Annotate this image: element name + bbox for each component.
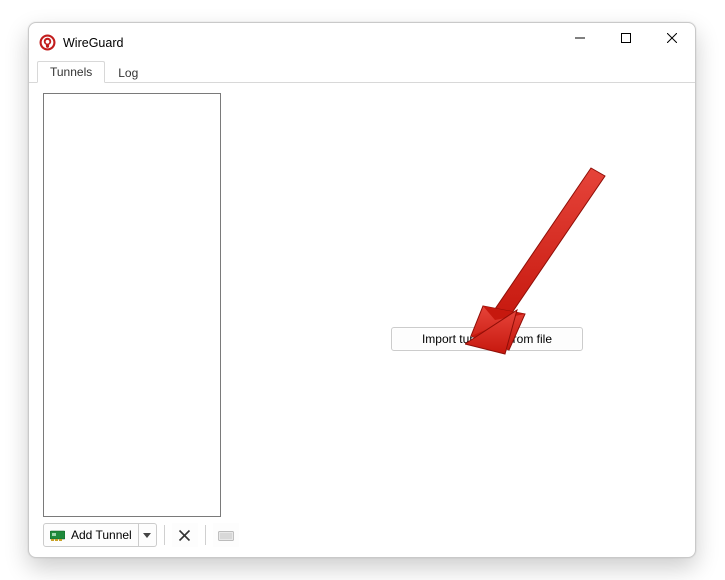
toolbar-separator	[164, 525, 165, 545]
add-tunnel-dropdown[interactable]	[139, 523, 157, 547]
import-tunnels-label: Import tunnel(s) from file	[422, 332, 552, 346]
add-tunnel-button[interactable]: Add Tunnel	[43, 523, 139, 547]
wireguard-icon	[39, 34, 56, 51]
minimize-button[interactable]	[557, 23, 603, 53]
client-area: Add Tunnel	[29, 83, 695, 557]
app-window: WireGuard Tunnels Log	[28, 22, 696, 558]
tab-bar: Tunnels Log	[29, 61, 695, 83]
export-tunnel-button[interactable]	[213, 523, 239, 547]
tunnel-list[interactable]	[43, 93, 221, 517]
add-tunnel-label: Add Tunnel	[71, 528, 132, 542]
close-button[interactable]	[649, 23, 695, 53]
network-card-icon	[50, 530, 65, 541]
remove-tunnel-button[interactable]	[172, 523, 198, 547]
tunnel-toolbar: Add Tunnel	[43, 523, 239, 547]
window-controls	[557, 23, 695, 61]
tab-tunnels[interactable]: Tunnels	[37, 61, 105, 83]
titlebar: WireGuard	[29, 23, 695, 61]
import-tunnels-button[interactable]: Import tunnel(s) from file	[391, 327, 583, 351]
app-title: WireGuard	[63, 35, 123, 50]
toolbar-separator	[205, 525, 206, 545]
maximize-button[interactable]	[603, 23, 649, 53]
tab-log[interactable]: Log	[105, 62, 151, 83]
